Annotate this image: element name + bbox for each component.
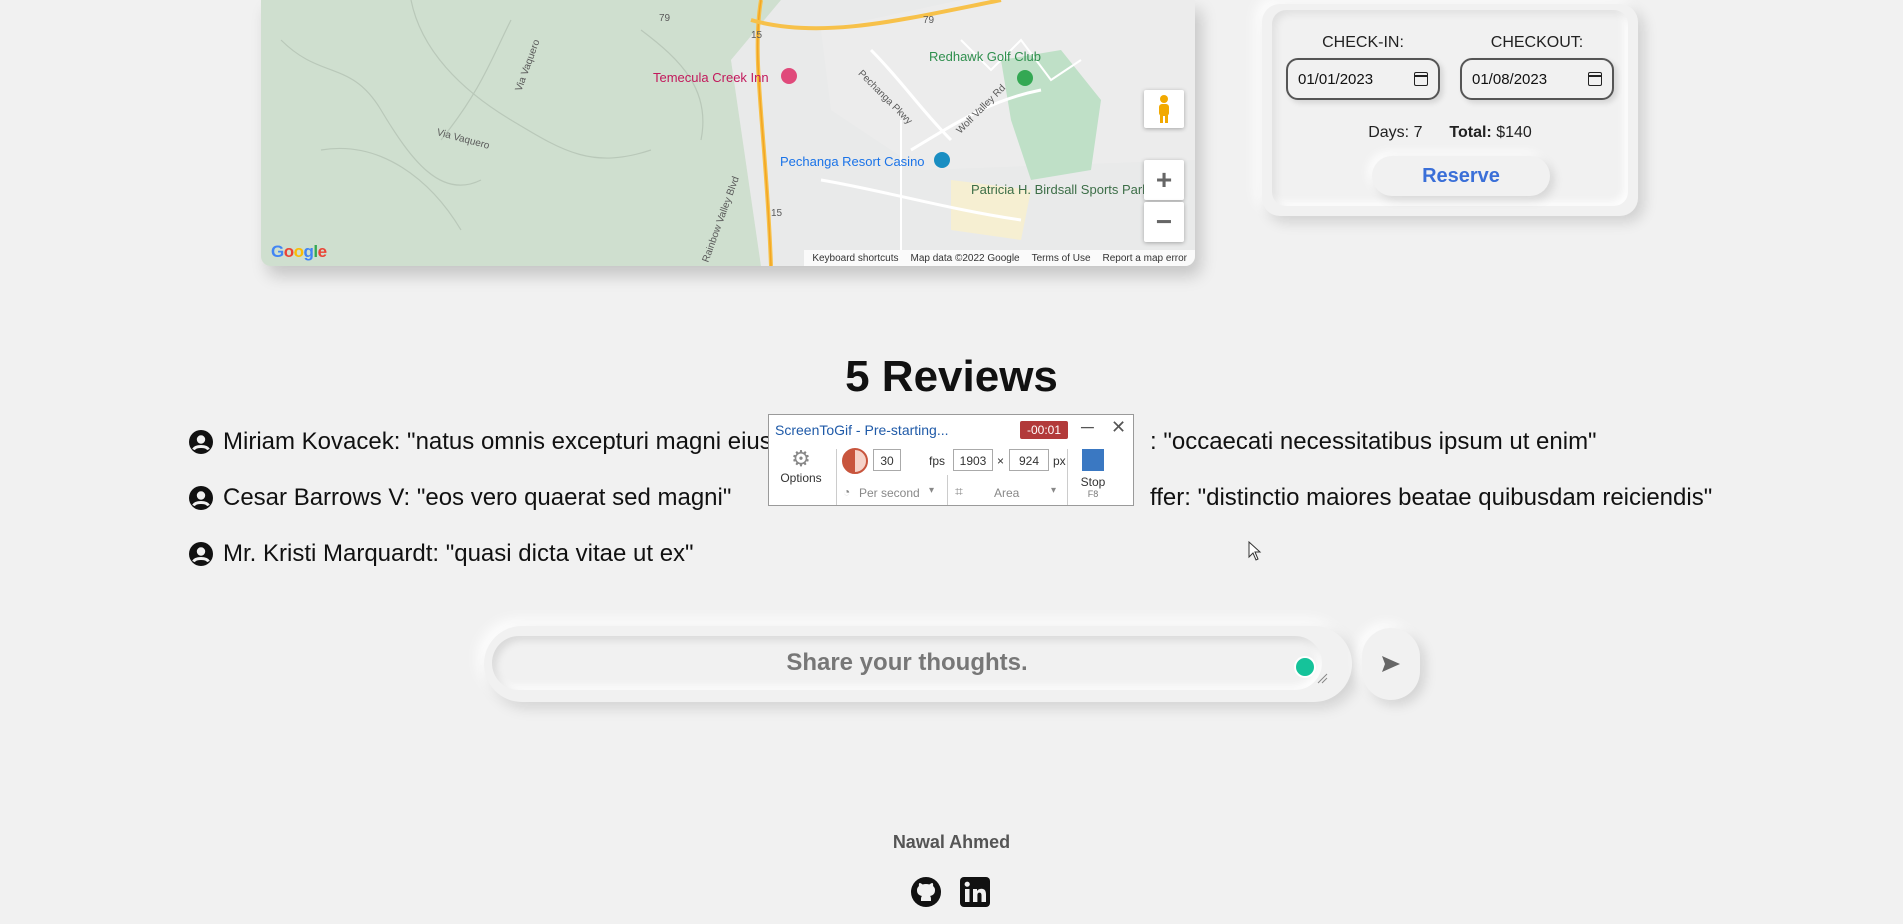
linkedin-icon[interactable] xyxy=(959,876,991,908)
zoom-out-button[interactable]: − xyxy=(1144,202,1184,242)
screentogif-recorder-window[interactable]: ScreenToGif - Pre-starting... -00:01 ─ ✕… xyxy=(768,414,1134,506)
frame-rate-icon xyxy=(842,448,868,474)
highway-79-label: 79 xyxy=(659,13,671,24)
total-value: $140 xyxy=(1496,124,1532,141)
highway-15-label: 15 xyxy=(771,208,783,219)
calendar-icon[interactable] xyxy=(1414,72,1428,86)
checkout-label: CHECKOUT: xyxy=(1490,34,1584,51)
report-error-link[interactable]: Report a map error xyxy=(1103,253,1187,264)
map-data-text: Map data ©2022 Google xyxy=(910,252,1020,264)
checkout-group: CHECKOUT: 01/08/2023 xyxy=(1460,34,1614,100)
stop-button[interactable]: Stop F8 xyxy=(1077,449,1109,499)
send-button[interactable] xyxy=(1362,628,1420,700)
chevron-down-icon[interactable]: ▾ xyxy=(929,485,934,496)
map-label-temecula-creek-inn: Temecula Creek Inn xyxy=(653,70,769,85)
review-text: : "occaecati necessitatibus ipsum ut eni… xyxy=(1150,428,1597,455)
per-second-select[interactable]: Per second xyxy=(859,486,920,500)
zoom-in-button[interactable]: + xyxy=(1144,160,1184,200)
reviews-heading: 5 Reviews xyxy=(845,352,1058,401)
checkout-value: 01/08/2023 xyxy=(1472,70,1548,88)
review-text: ffer: "distinctio maiores beatae quibusd… xyxy=(1150,484,1713,511)
booking-card-inner: CHECK-IN: 01/01/2023 CHECKOUT: 01/08/202… xyxy=(1272,10,1628,206)
stop-shortcut: F8 xyxy=(1087,489,1099,499)
review-item: Cesar Barrows V: "eos vero quaerat sed m… xyxy=(189,484,731,512)
map-label-redhawk: Redhawk Golf Club xyxy=(929,49,1041,64)
grammarly-icon[interactable] xyxy=(1294,656,1316,678)
map-label-birdsall-park: Patricia H. Birdsall Sports Park xyxy=(971,182,1149,197)
google-logo: Google xyxy=(271,242,327,261)
close-icon[interactable]: ✕ xyxy=(1111,417,1126,438)
keyboard-shortcuts-link[interactable]: Keyboard shortcuts xyxy=(812,253,898,264)
user-circle-icon xyxy=(189,486,213,510)
review-text: Cesar Barrows V: "eos vero quaerat sed m… xyxy=(223,484,732,511)
width-input[interactable]: 1903 xyxy=(953,449,993,471)
review-item: ffer: "distinctio maiores beatae quibusd… xyxy=(1150,484,1712,512)
booking-summary: Days: 7 Total: $140 xyxy=(1272,124,1628,142)
location-map[interactable]: 79 79 15 15 Redhawk Golf Club Temecula C… xyxy=(261,0,1195,266)
comment-textarea[interactable]: Share your thoughts. xyxy=(492,636,1322,690)
days-value: 7 xyxy=(1413,124,1423,141)
map-attribution: Keyboard shortcuts Map data ©2022 Google… xyxy=(804,250,1195,266)
review-item: Miriam Kovacek: "natus omnis excepturi m… xyxy=(189,428,772,456)
highway-79-label: 79 xyxy=(923,15,935,26)
gear-icon: ⚙ xyxy=(791,446,811,471)
review-text: Miriam Kovacek: "natus omnis excepturi m… xyxy=(223,428,772,455)
area-select[interactable]: Area xyxy=(994,486,1019,500)
calendar-icon[interactable] xyxy=(1588,72,1602,86)
fps-label: fps xyxy=(929,454,946,468)
resize-handle-icon[interactable] xyxy=(1316,672,1328,684)
recorder-title: ScreenToGif - Pre-starting... xyxy=(775,422,949,438)
checkin-label: CHECK-IN: xyxy=(1322,34,1404,51)
terms-link[interactable]: Terms of Use xyxy=(1032,253,1091,264)
review-text: Mr. Kristi Marquardt: "quasi dicta vitae… xyxy=(223,540,694,567)
review-item: : "occaecati necessitatibus ipsum ut eni… xyxy=(1150,428,1597,456)
stop-label: Stop xyxy=(1080,475,1106,489)
booking-card: CHECK-IN: 01/01/2023 CHECKOUT: 01/08/202… xyxy=(1262,4,1638,216)
checkin-group: CHECK-IN: 01/01/2023 xyxy=(1286,34,1440,100)
checkout-date-input[interactable]: 01/08/2023 xyxy=(1460,58,1614,100)
street-view-pegman-icon[interactable] xyxy=(1144,90,1184,128)
github-icon[interactable] xyxy=(910,876,942,908)
checkin-date-input[interactable]: 01/01/2023 xyxy=(1286,58,1440,100)
minimize-icon[interactable]: ─ xyxy=(1081,417,1094,438)
total-label: Total: xyxy=(1449,124,1492,141)
px-label: px xyxy=(1053,454,1066,468)
highway-15-label: 15 xyxy=(751,30,763,41)
clock-icon: ◔ xyxy=(843,485,851,499)
mouse-cursor-icon xyxy=(1248,541,1262,561)
checkin-value: 01/01/2023 xyxy=(1298,70,1374,88)
days-label: Days: xyxy=(1368,124,1410,141)
height-input[interactable]: 924 xyxy=(1009,449,1049,471)
recorder-timer: -00:01 xyxy=(1020,421,1068,439)
reserve-button[interactable]: Reserve xyxy=(1372,156,1550,196)
chevron-down-icon[interactable]: ▾ xyxy=(1051,485,1056,496)
comment-box: Share your thoughts. xyxy=(484,626,1352,702)
user-circle-icon xyxy=(189,430,213,454)
crop-icon: ⌗ xyxy=(955,483,963,499)
map-label-pechanga-casino: Pechanga Resort Casino xyxy=(780,154,925,169)
user-circle-icon xyxy=(189,542,213,566)
review-item: Mr. Kristi Marquardt: "quasi dicta vitae… xyxy=(189,540,694,568)
options-label: Options xyxy=(780,471,822,485)
send-icon xyxy=(1382,656,1400,672)
fps-input[interactable]: 30 xyxy=(873,449,901,471)
options-button[interactable]: ⚙ Options xyxy=(779,446,823,486)
times-label: × xyxy=(997,454,1005,468)
author-name: Nawal Ahmed xyxy=(892,832,1011,852)
stop-icon xyxy=(1082,449,1104,471)
